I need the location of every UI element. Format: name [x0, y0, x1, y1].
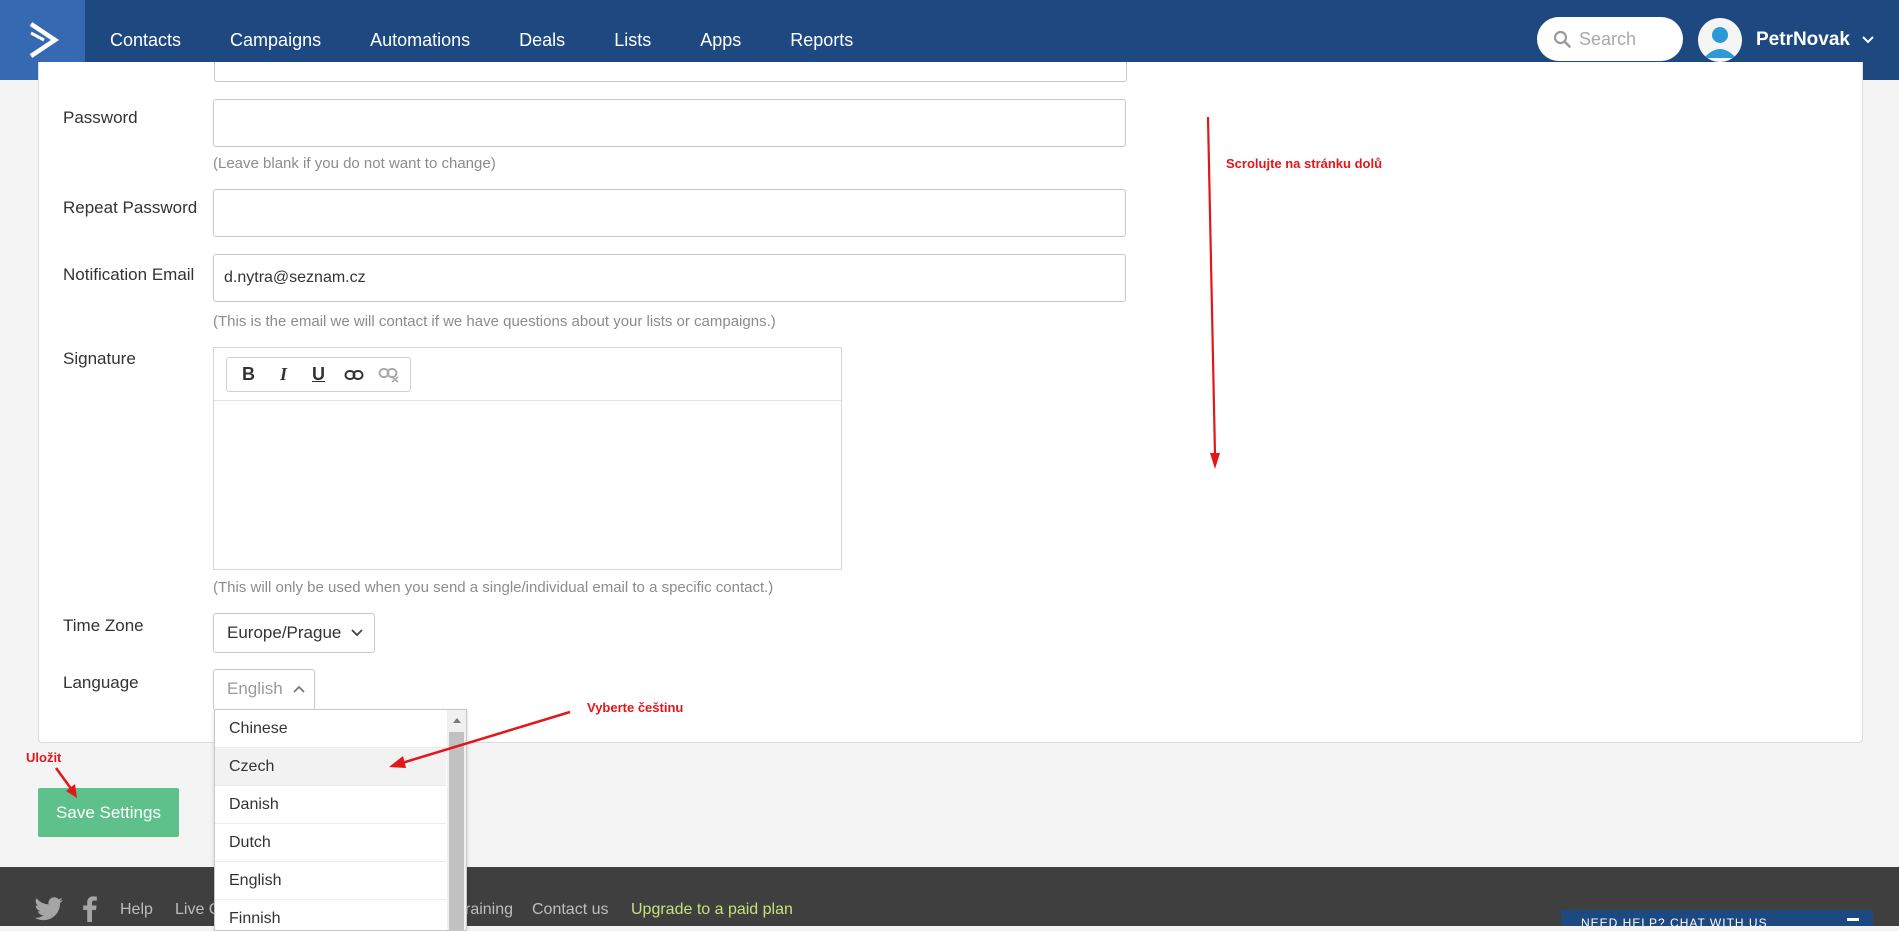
signature-textarea[interactable] — [214, 401, 841, 569]
notification-email-label: Notification Email — [63, 265, 195, 284]
chevron-down-icon — [351, 629, 364, 637]
search-icon — [1553, 30, 1571, 48]
minimize-icon[interactable] — [1847, 918, 1859, 921]
link-icon[interactable] — [336, 358, 371, 391]
twitter-icon[interactable] — [34, 897, 64, 921]
previous-field-edge — [214, 62, 1127, 82]
underline-icon[interactable]: U — [301, 358, 336, 391]
search-input[interactable] — [1577, 27, 1681, 51]
nav-campaigns[interactable]: Campaigns — [230, 30, 321, 51]
language-select[interactable]: English — [213, 669, 315, 709]
editor-toolbar: B I U — [214, 348, 841, 401]
timezone-select[interactable]: Europe/Prague — [213, 613, 375, 653]
language-option-english[interactable]: English — [215, 862, 446, 900]
chevron-up-icon — [293, 685, 305, 693]
repeat-password-label: Repeat Password — [63, 198, 198, 217]
nav-automations[interactable]: Automations — [370, 30, 470, 51]
annotation-save-text: Uložit — [26, 750, 62, 765]
save-settings-button[interactable]: Save Settings — [38, 788, 179, 837]
footer-training-link[interactable]: raining — [465, 901, 513, 919]
language-option-finnish[interactable]: Finnish — [215, 900, 446, 930]
annotation-choose-text: Vyberte češtinu — [587, 700, 684, 715]
search-box[interactable] — [1537, 17, 1683, 61]
chat-widget[interactable]: NEED HELP? CHAT WITH US — [1561, 910, 1873, 926]
language-option-chinese[interactable]: Chinese — [215, 710, 446, 748]
user-silhouette-icon — [1698, 18, 1742, 62]
scroll-up-arrow-icon[interactable] — [447, 710, 466, 730]
signature-editor: B I U — [213, 347, 842, 570]
unlink-icon[interactable] — [371, 358, 406, 391]
nav-deals[interactable]: Deals — [519, 30, 565, 51]
footer-contact-link[interactable]: Contact us — [532, 901, 608, 919]
avatar[interactable] — [1698, 18, 1742, 62]
timezone-label: Time Zone — [63, 616, 144, 635]
facebook-icon[interactable] — [83, 896, 97, 922]
signature-help: (This will only be used when you send a … — [213, 579, 774, 596]
nav-lists[interactable]: Lists — [614, 30, 651, 51]
italic-icon[interactable]: I — [266, 358, 301, 391]
password-label: Password — [63, 108, 138, 127]
password-field[interactable] — [213, 99, 1126, 147]
language-option-czech[interactable]: Czech — [215, 748, 446, 786]
chat-widget-label: NEED HELP? CHAT WITH US — [1581, 916, 1768, 926]
nav-reports[interactable]: Reports — [790, 30, 853, 51]
language-label: Language — [63, 673, 139, 692]
user-menu[interactable]: PetrNovak — [1698, 17, 1874, 63]
notification-email-field[interactable] — [213, 254, 1126, 302]
timezone-value: Europe/Prague — [227, 623, 342, 642]
signature-label: Signature — [63, 349, 136, 368]
bold-icon[interactable]: B — [231, 358, 266, 391]
notification-email-help: (This is the email we will contact if we… — [213, 313, 776, 330]
annotation-scroll-text: Scrolujte na stránku dolů — [1226, 156, 1383, 171]
scrollbar-thumb[interactable] — [449, 732, 464, 930]
footer-upgrade-link[interactable]: Upgrade to a paid plan — [631, 901, 793, 919]
footer-help-link[interactable]: Help — [120, 901, 153, 919]
language-dropdown: Chinese Czech Danish Dutch English Finni… — [214, 709, 467, 931]
chevron-down-icon[interactable] — [1862, 36, 1874, 44]
logo-chevron-icon — [29, 22, 59, 58]
format-tool-group: B I U — [226, 357, 411, 392]
repeat-password-field[interactable] — [213, 189, 1126, 237]
username[interactable]: PetrNovak — [1756, 29, 1850, 51]
nav-contacts[interactable]: Contacts — [110, 30, 181, 51]
language-option-dutch[interactable]: Dutch — [215, 824, 446, 862]
nav-apps[interactable]: Apps — [700, 30, 741, 51]
password-help: (Leave blank if you do not want to chang… — [213, 155, 496, 172]
language-option-danish[interactable]: Danish — [215, 786, 446, 824]
language-value: English — [227, 679, 283, 698]
